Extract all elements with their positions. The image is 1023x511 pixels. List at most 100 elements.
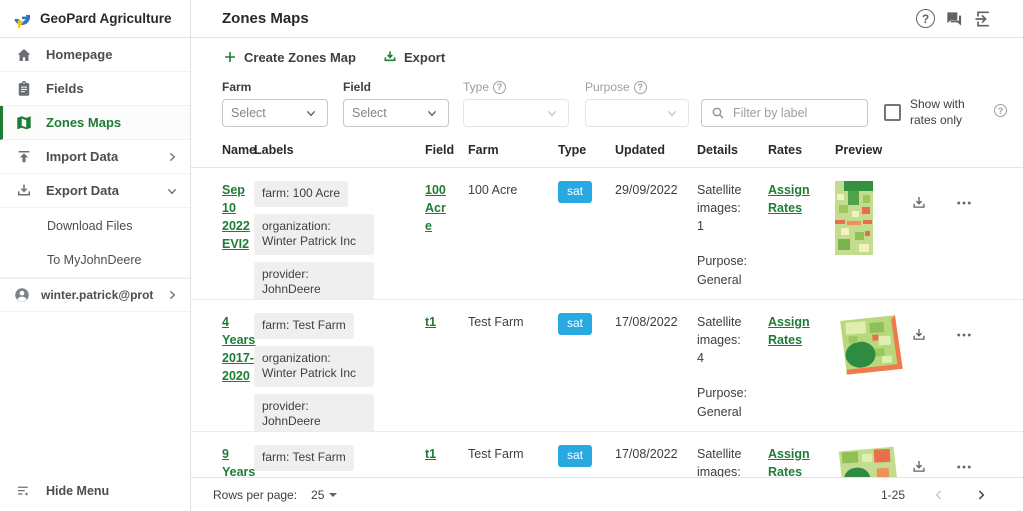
assign-rates-link[interactable]: Assign Rates (768, 313, 814, 349)
more-options-icon (955, 194, 973, 212)
row-menu-button[interactable] (950, 321, 978, 349)
create-zones-map-button[interactable]: Create Zones Map (222, 49, 356, 65)
table-header: Name Labels Field Farm Type Updated Deta… (191, 132, 1023, 168)
details-purpose: Purpose: General (697, 252, 751, 288)
zones-map-name-link[interactable]: Sep 10 2022 EVI2 (222, 181, 256, 254)
create-zones-map-label: Create Zones Map (244, 50, 356, 65)
farm-select[interactable]: Select (222, 99, 328, 127)
download-icon (910, 458, 928, 476)
sidebar-item-label: Homepage (46, 47, 112, 62)
table-row: 4 Years 2017-2020 farm: Test Farm organi… (191, 300, 1023, 432)
label-search-input[interactable] (733, 106, 851, 120)
field-select[interactable]: Select (343, 99, 449, 127)
rows-per-page-value: 25 (311, 488, 324, 502)
plus-icon (222, 49, 238, 65)
farm-cell: 100 Acre (468, 181, 558, 199)
rates-only-checkbox[interactable] (884, 104, 901, 121)
purpose-filter-label-text: Purpose (585, 80, 630, 94)
sidebar-item-label: Zones Maps (46, 115, 121, 130)
sidebar-item-fields[interactable]: Fields (0, 72, 190, 106)
sidebar-item-label: Export Data (46, 183, 119, 198)
download-row-button[interactable] (905, 453, 933, 477)
sidebar-item-export-data[interactable]: Export Data (0, 174, 190, 208)
details-images: Satellite images: 4 (697, 313, 751, 367)
download-icon (910, 326, 928, 344)
top-bar: Zones Maps ? (191, 0, 1023, 38)
pagination-range: 1-25 (881, 488, 905, 502)
feedback-chat-icon[interactable] (944, 9, 964, 29)
hide-menu-icon (15, 482, 33, 500)
column-header-rates: Rates (768, 143, 835, 157)
assign-rates-link[interactable]: Assign Rates (768, 445, 814, 477)
export-button[interactable]: Export (382, 49, 445, 65)
rows-per-page-select[interactable]: 25 (311, 488, 337, 502)
updated-cell: 29/09/2022 (615, 181, 697, 199)
column-header-name: Name (222, 143, 254, 157)
details-purpose: Purpose: General (697, 384, 751, 420)
sidebar-item-import-data[interactable]: Import Data (0, 140, 190, 174)
field-filter-label: Field (343, 80, 449, 94)
field-link[interactable]: t1 (425, 445, 452, 463)
search-icon (710, 105, 726, 121)
column-header-updated: Updated (615, 143, 697, 157)
column-header-details: Details (697, 143, 768, 157)
chevron-down-icon (164, 183, 180, 199)
purpose-filter-label: Purpose ? (585, 80, 689, 94)
hide-menu-button[interactable]: Hide Menu (0, 471, 190, 511)
download-row-button[interactable] (905, 321, 933, 349)
farm-cell: Test Farm (468, 313, 558, 331)
sidebar-item-homepage[interactable]: Homepage (0, 38, 190, 72)
row-menu-button[interactable] (950, 453, 978, 477)
type-hint-icon: ? (493, 81, 506, 94)
column-header-preview: Preview (835, 143, 905, 157)
field-select-value: Select (352, 106, 424, 120)
filter-bar: Farm Select Field Select (191, 70, 1023, 132)
account-menu[interactable]: winter.patrick@proton... (0, 278, 190, 312)
upload-icon (15, 148, 33, 166)
more-options-icon (955, 458, 973, 476)
download-row-button[interactable] (905, 189, 933, 217)
purpose-select[interactable] (585, 99, 689, 127)
hide-menu-label: Hide Menu (46, 484, 109, 498)
app-root: GeoPard Agriculture Homepage Fields Zone… (0, 0, 1023, 511)
exit-icon[interactable] (973, 9, 993, 29)
chevron-down-icon (544, 105, 560, 121)
farm-select-value: Select (231, 106, 303, 120)
table-body: Sep 10 2022 EVI2 farm: 100 Acre organiza… (191, 168, 1023, 477)
type-filter-label-text: Type (463, 80, 489, 94)
chevron-right-icon (973, 487, 989, 503)
rates-only-filter: Show with rates only (884, 97, 972, 128)
next-page-button[interactable] (969, 483, 993, 507)
sidebar-item-zones-maps[interactable]: Zones Maps (0, 106, 190, 140)
type-select[interactable] (463, 99, 569, 127)
sidebar-subitem-download-files[interactable]: Download Files (0, 208, 190, 243)
farm-filter-label: Farm (222, 80, 328, 94)
labels-cell: farm: Test Farm organization: Winter Pat… (254, 313, 425, 432)
account-email: winter.patrick@proton... (41, 288, 154, 302)
zones-map-name-link[interactable]: 4 Years 2017-2020 (222, 313, 256, 386)
label-chip: farm: Test Farm (254, 445, 354, 471)
sidebar-subitem-to-myjohndeere[interactable]: To MyJohnDeere (0, 243, 190, 278)
chevron-right-icon (164, 149, 180, 165)
labels-cell: farm: Test Farm organization: Winter Pat… (254, 445, 425, 477)
previous-page-button[interactable] (927, 483, 951, 507)
field-link[interactable]: t1 (425, 313, 452, 331)
sidebar: GeoPard Agriculture Homepage Fields Zone… (0, 0, 191, 511)
zones-preview-thumbnail[interactable] (835, 181, 873, 255)
field-link[interactable]: 100 Acre (425, 181, 452, 235)
labels-cell: farm: 100 Acre organization: Winter Patr… (254, 181, 425, 300)
details-images: Satellite images: (697, 445, 751, 477)
logo[interactable]: GeoPard Agriculture (0, 0, 190, 38)
avatar-icon (13, 286, 31, 304)
zones-preview-thumbnail[interactable] (835, 313, 905, 379)
download-icon (910, 194, 928, 212)
chevron-right-icon (164, 287, 180, 303)
zones-preview-thumbnail[interactable] (835, 445, 901, 477)
export-download-icon (382, 49, 398, 65)
help-icon[interactable]: ? (916, 9, 935, 28)
row-menu-button[interactable] (950, 189, 978, 217)
assign-rates-link[interactable]: Assign Rates (768, 181, 814, 217)
clipboard-icon (15, 80, 33, 98)
zones-map-name-link[interactable]: 9 Years 2013-2021 (222, 445, 256, 477)
column-header-labels: Labels (254, 143, 425, 157)
